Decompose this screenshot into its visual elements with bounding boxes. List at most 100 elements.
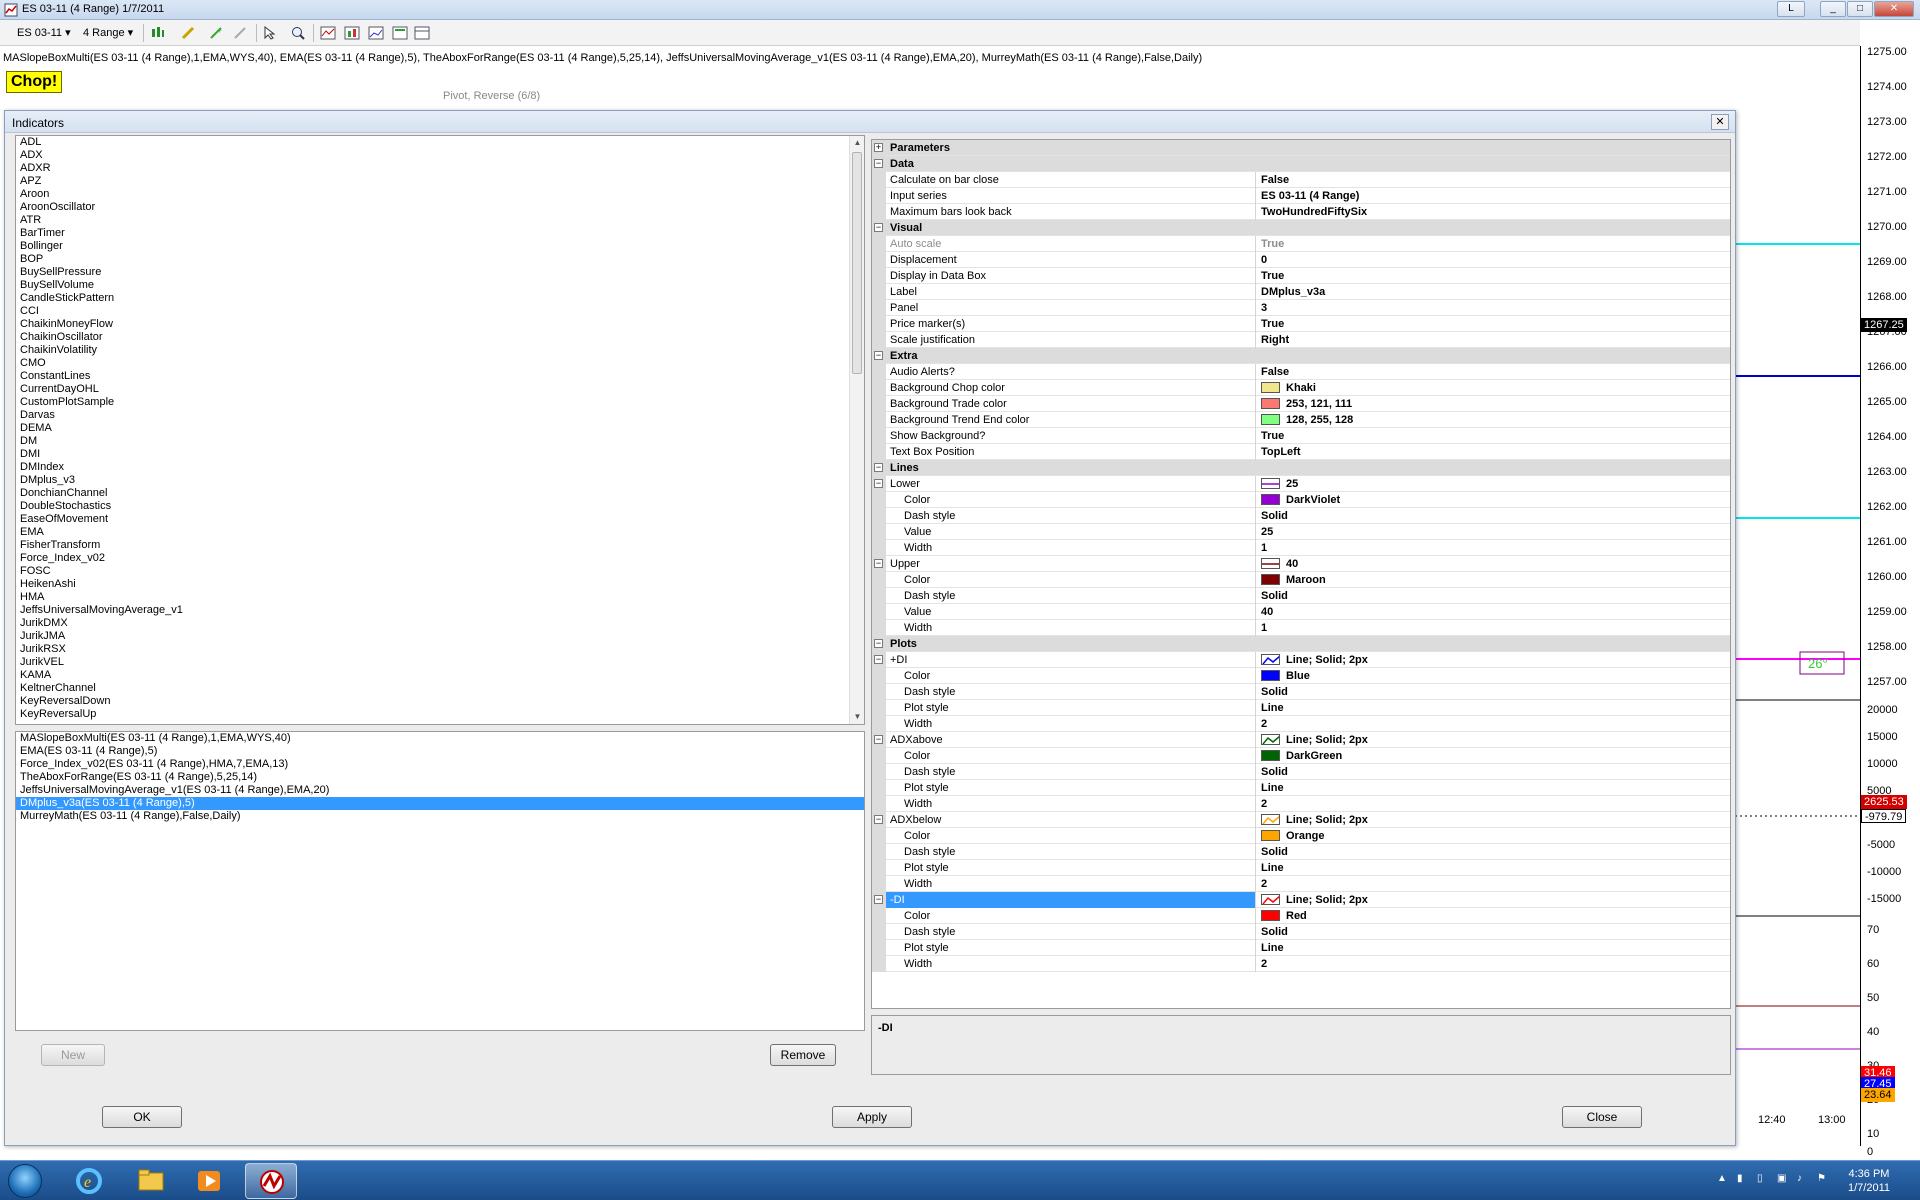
- indicator-list-item[interactable]: CMO: [16, 357, 864, 370]
- property-value[interactable]: Solid: [1257, 508, 1730, 524]
- property-value[interactable]: DMplus_v3a: [1257, 284, 1730, 300]
- property-row[interactable]: Dash style Solid: [872, 588, 1730, 604]
- scroll-down-icon[interactable]: ▼: [850, 710, 865, 724]
- indicator-list-item[interactable]: EMA: [16, 526, 864, 539]
- indicator-list-item[interactable]: DMplus_v3: [16, 474, 864, 487]
- property-row[interactable]: Color DarkGreen: [872, 748, 1730, 764]
- add-indicator-icon[interactable]: +: [208, 25, 224, 41]
- indicator-list-item[interactable]: EaseOfMovement: [16, 513, 864, 526]
- apply-button[interactable]: Apply: [832, 1106, 912, 1128]
- property-value[interactable]: 40: [1257, 604, 1730, 620]
- property-value[interactable]: False: [1257, 364, 1730, 380]
- indicators-icon[interactable]: [320, 25, 336, 41]
- indicator-list-item[interactable]: KeltnerChannel: [16, 682, 864, 695]
- property-value[interactable]: Maroon: [1257, 572, 1730, 588]
- indicator-list-item[interactable]: DMIndex: [16, 461, 864, 474]
- property-value[interactable]: Line; Solid; 2px: [1257, 812, 1730, 828]
- indicator-list-item[interactable]: ADX: [16, 149, 864, 162]
- collapse-icon[interactable]: −: [874, 639, 883, 648]
- indicator-list-item[interactable]: ADXR: [16, 162, 864, 175]
- property-row[interactable]: Plot style Line: [872, 700, 1730, 716]
- applied-indicator-item[interactable]: MurreyMath(ES 03-11 (4 Range),False,Dail…: [16, 810, 864, 823]
- minimize-button[interactable]: _: [1820, 1, 1846, 17]
- property-value[interactable]: 2: [1257, 716, 1730, 732]
- property-category[interactable]: − Lines: [872, 460, 1730, 476]
- indicator-list-item[interactable]: DEMA: [16, 422, 864, 435]
- indicator-list-item[interactable]: KeyReversalUp: [16, 708, 864, 721]
- property-row[interactable]: Display in Data Box True: [872, 268, 1730, 284]
- properties-grid[interactable]: + Parameters − Data Calculate on bar close Fa…: [871, 139, 1731, 1009]
- property-row[interactable]: Dash style Solid: [872, 684, 1730, 700]
- volume-icon[interactable]: ♪: [1797, 1173, 1809, 1185]
- indicator-list-item[interactable]: CandleStickPattern: [16, 292, 864, 305]
- action-center-icon[interactable]: ⚑: [1817, 1173, 1829, 1185]
- property-row[interactable]: Dash style Solid: [872, 764, 1730, 780]
- chart-properties-icon[interactable]: [392, 25, 408, 41]
- collapse-icon[interactable]: −: [874, 895, 883, 904]
- indicator-list-item[interactable]: FisherTransform: [16, 539, 864, 552]
- bar-type-icon[interactable]: [150, 25, 166, 41]
- collapse-icon[interactable]: −: [874, 479, 883, 488]
- property-value[interactable]: 25: [1257, 524, 1730, 540]
- collapse-icon[interactable]: −: [874, 559, 883, 568]
- property-value[interactable]: Khaki: [1257, 380, 1730, 396]
- maximize-button[interactable]: □: [1847, 1, 1873, 17]
- property-value[interactable]: 0: [1257, 252, 1730, 268]
- property-value[interactable]: 25: [1257, 476, 1730, 492]
- property-row[interactable]: Price marker(s) True: [872, 316, 1730, 332]
- close-window-button[interactable]: ✕: [1874, 1, 1914, 17]
- property-row[interactable]: Dash style Solid: [872, 924, 1730, 940]
- property-category[interactable]: − Data: [872, 156, 1730, 172]
- network-icon[interactable]: ▮: [1737, 1173, 1749, 1185]
- show-hidden-icons-icon[interactable]: ▲: [1717, 1173, 1729, 1185]
- property-value[interactable]: TwoHundredFiftySix: [1257, 204, 1730, 220]
- indicator-list-item[interactable]: HeikenAshi: [16, 578, 864, 591]
- property-value[interactable]: Red: [1257, 908, 1730, 924]
- display-icon[interactable]: ▣: [1777, 1173, 1789, 1185]
- property-row[interactable]: Width 2: [872, 956, 1730, 972]
- remove-button[interactable]: Remove: [770, 1044, 836, 1066]
- scroll-up-icon[interactable]: ▲: [850, 136, 865, 150]
- property-row[interactable]: Label DMplus_v3a: [872, 284, 1730, 300]
- price-axis[interactable]: 1275.00 1274.00 1273.00 1272.00 1271.00 …: [1860, 46, 1920, 1158]
- indicator-list-item[interactable]: CCI: [16, 305, 864, 318]
- property-row[interactable]: − Lower 25: [872, 476, 1730, 492]
- pointer-icon[interactable]: [262, 25, 278, 41]
- property-value[interactable]: 2: [1257, 956, 1730, 972]
- ok-button[interactable]: OK: [102, 1106, 182, 1128]
- start-button[interactable]: [8, 1164, 42, 1198]
- indicator-list-item[interactable]: AroonOscillator: [16, 201, 864, 214]
- property-row[interactable]: Color Red: [872, 908, 1730, 924]
- link-button[interactable]: L: [1777, 1, 1805, 17]
- data-box-icon[interactable]: [368, 25, 384, 41]
- property-row[interactable]: Dash style Solid: [872, 844, 1730, 860]
- property-value[interactable]: Solid: [1257, 764, 1730, 780]
- ie-taskbar-button[interactable]: e: [63, 1163, 115, 1199]
- property-row[interactable]: Color Maroon: [872, 572, 1730, 588]
- property-category[interactable]: − Visual: [872, 220, 1730, 236]
- ninjatrader-taskbar-button[interactable]: [245, 1163, 297, 1199]
- applied-indicators-list[interactable]: MASlopeBoxMulti(ES 03-11 (4 Range),1,EMA…: [15, 731, 865, 1031]
- property-row[interactable]: Color Orange: [872, 828, 1730, 844]
- applied-indicator-item[interactable]: DMplus_v3a(ES 03-11 (4 Range),5): [16, 797, 864, 810]
- property-row[interactable]: Dash style Solid: [872, 508, 1730, 524]
- property-row[interactable]: Plot style Line: [872, 940, 1730, 956]
- property-value[interactable]: Right: [1257, 332, 1730, 348]
- available-indicators-list[interactable]: ADL ADX ADXR APZ Aroon AroonOscillator ATR BarT…: [15, 135, 865, 725]
- explorer-taskbar-button[interactable]: [125, 1163, 177, 1199]
- property-row[interactable]: − ADXabove Line; Solid; 2px: [872, 732, 1730, 748]
- indicator-list-item[interactable]: ADL: [16, 136, 864, 149]
- drawing-tool-icon[interactable]: [180, 25, 196, 41]
- indicator-list-item[interactable]: ConstantLines: [16, 370, 864, 383]
- property-row[interactable]: Panel 3: [872, 300, 1730, 316]
- indicator-list-item[interactable]: JurikRSX: [16, 643, 864, 656]
- indicator-list-item[interactable]: CurrentDayOHL: [16, 383, 864, 396]
- indicator-list-item[interactable]: Force_Index_v02: [16, 552, 864, 565]
- interval-selector[interactable]: 4 Range ▾: [80, 24, 136, 42]
- collapse-icon[interactable]: −: [874, 351, 883, 360]
- property-row[interactable]: Value 40: [872, 604, 1730, 620]
- indicator-list-item[interactable]: CustomPlotSample: [16, 396, 864, 409]
- indicator-list-item[interactable]: DoubleStochastics: [16, 500, 864, 513]
- applied-indicator-item[interactable]: Force_Index_v02(ES 03-11 (4 Range),HMA,7…: [16, 758, 864, 771]
- instrument-selector[interactable]: ES 03-11 ▾: [14, 24, 74, 42]
